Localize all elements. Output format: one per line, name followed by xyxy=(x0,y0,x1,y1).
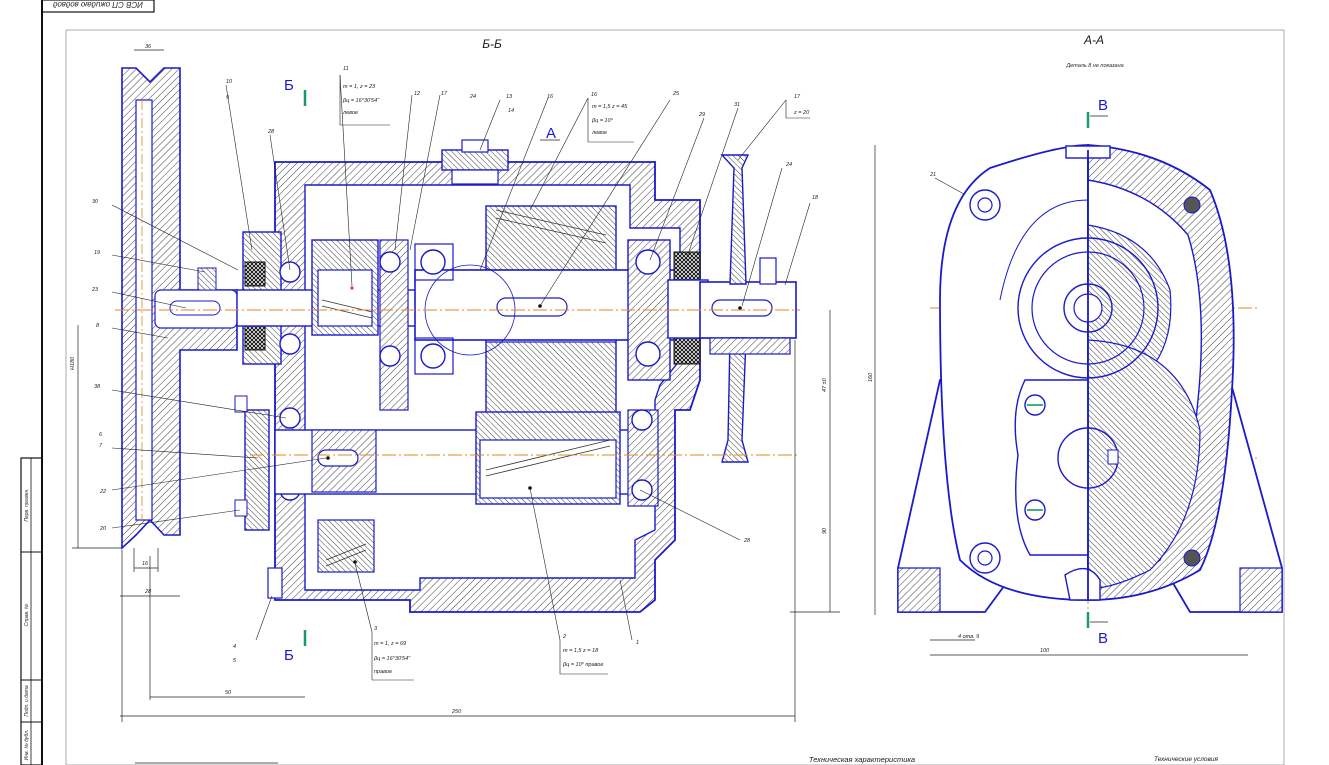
dim-left-28: 28 xyxy=(144,589,152,595)
dim-aa-100: 100 xyxy=(1040,648,1050,654)
gear3-line3: правое xyxy=(374,669,392,675)
side-stamp-1: Перв. примен. xyxy=(24,488,30,521)
pos-bottom-0: 4 xyxy=(233,644,236,650)
tech-conditions-label: Технические условия xyxy=(1154,756,1219,763)
section-bb-title: Б-Б xyxy=(482,37,502,51)
dim-90: 90 xyxy=(822,527,828,534)
side-stamp-4: Инв. № дубл. xyxy=(24,730,30,761)
gear11-line2: βц = 16°30'54" xyxy=(342,98,380,104)
gear3-line2: βц = 16°30'54" xyxy=(373,656,411,662)
pos-top-10: 31 xyxy=(734,102,740,108)
pos-bottom-1: 5 xyxy=(233,658,237,664)
pos-top-7: 25 xyxy=(672,91,680,97)
section-aa-note: Деталь 8 не показана xyxy=(1065,63,1123,69)
dim-aa-4x: 4 отв. 9 xyxy=(958,634,979,640)
cut-mark-v-top: В xyxy=(1098,97,1108,114)
pos-top-4: 13 xyxy=(506,94,513,100)
dim-bottom-small: 16 xyxy=(142,561,149,567)
cut-mark-b-bottom: Б xyxy=(284,647,294,664)
pos-left-8: 6 xyxy=(99,432,103,438)
pos-left-2: 28 xyxy=(267,129,275,135)
top-left-stamp: ИСВ СП ожидаю водвод xyxy=(52,0,143,9)
gear2-line1: m = 1,5 z = 18 xyxy=(563,648,599,654)
pos-bottom-4: 1 xyxy=(636,640,639,646)
pos-bottom-3: 2 xyxy=(562,634,566,640)
pos-aa-0: 21 xyxy=(929,172,936,178)
gear2-line2: βц = 10° правое xyxy=(562,662,603,668)
dim-50: 50 xyxy=(225,690,232,696)
side-stamp-2: Справ. № xyxy=(24,603,30,626)
gear11-line1: m = 1, z = 23 xyxy=(343,84,376,90)
teeth-17-label: z = 20 xyxy=(793,110,810,116)
pos-left-0: 10 xyxy=(226,79,233,85)
pos-top-3: 24 xyxy=(469,94,476,100)
dim-height-left: H180 xyxy=(70,356,76,370)
dim-47: 47 ±0 xyxy=(822,377,828,392)
pos-top-0: 11 xyxy=(343,66,349,72)
side-stamp-3: Подп. и дата xyxy=(24,685,30,717)
pos-left-5: 23 xyxy=(91,287,99,293)
tech-characteristics-label: Техническая характеристика xyxy=(809,755,915,764)
pos-top-11: 17 xyxy=(794,94,801,100)
pos-top-12: 24 xyxy=(785,162,792,168)
pos-top-13: 18 xyxy=(812,195,819,201)
pos-left-6: 8 xyxy=(96,323,100,329)
pos-left-1: 9 xyxy=(226,95,229,101)
pos-top-6: 16 xyxy=(547,94,554,100)
pos-left-11: 20 xyxy=(99,526,107,532)
dim-250: 250 xyxy=(451,709,462,715)
gear16-line2: βц = 10° xyxy=(591,118,614,124)
technical-drawing-sheet: ИСВ СП ожидаю водвод Перв. примен. Справ… xyxy=(20,0,1285,765)
gear16-line3: левое xyxy=(591,130,607,136)
gear11-line3: левое xyxy=(342,110,358,116)
cut-mark-b-top: Б xyxy=(284,77,294,94)
pulley xyxy=(121,67,238,550)
pos-top-1: 12 xyxy=(414,91,420,97)
output-shaft-sprocket xyxy=(699,154,797,463)
cut-mark-v-bottom: В xyxy=(1098,630,1108,647)
pos-top-2: 17 xyxy=(441,91,448,97)
pos-left-4: 19 xyxy=(94,250,100,256)
pos-left-9: 7 xyxy=(99,443,103,449)
pos-left-10: 22 xyxy=(99,489,106,495)
pos-left-3: 30 xyxy=(92,199,99,205)
dim-aa-height: 160 xyxy=(868,372,874,382)
pos-top-8: 16 xyxy=(591,92,598,98)
pos-bottom-5: 28 xyxy=(743,538,751,544)
gear16-line1: m = 1,5 z = 45 xyxy=(592,104,628,110)
gear3-line1: m = 1, z = 69 xyxy=(374,641,406,647)
pos-top-9: 29 xyxy=(698,112,705,118)
pos-bottom-2: 3 xyxy=(374,626,378,632)
dim-wheel-top: 36 xyxy=(145,44,152,50)
section-aa-title: А-А xyxy=(1083,33,1104,47)
pos-top-5: 14 xyxy=(508,108,514,114)
view-aa xyxy=(897,144,1283,613)
pos-left-7: 38 xyxy=(94,384,101,390)
view-a-marker: А xyxy=(546,125,556,142)
